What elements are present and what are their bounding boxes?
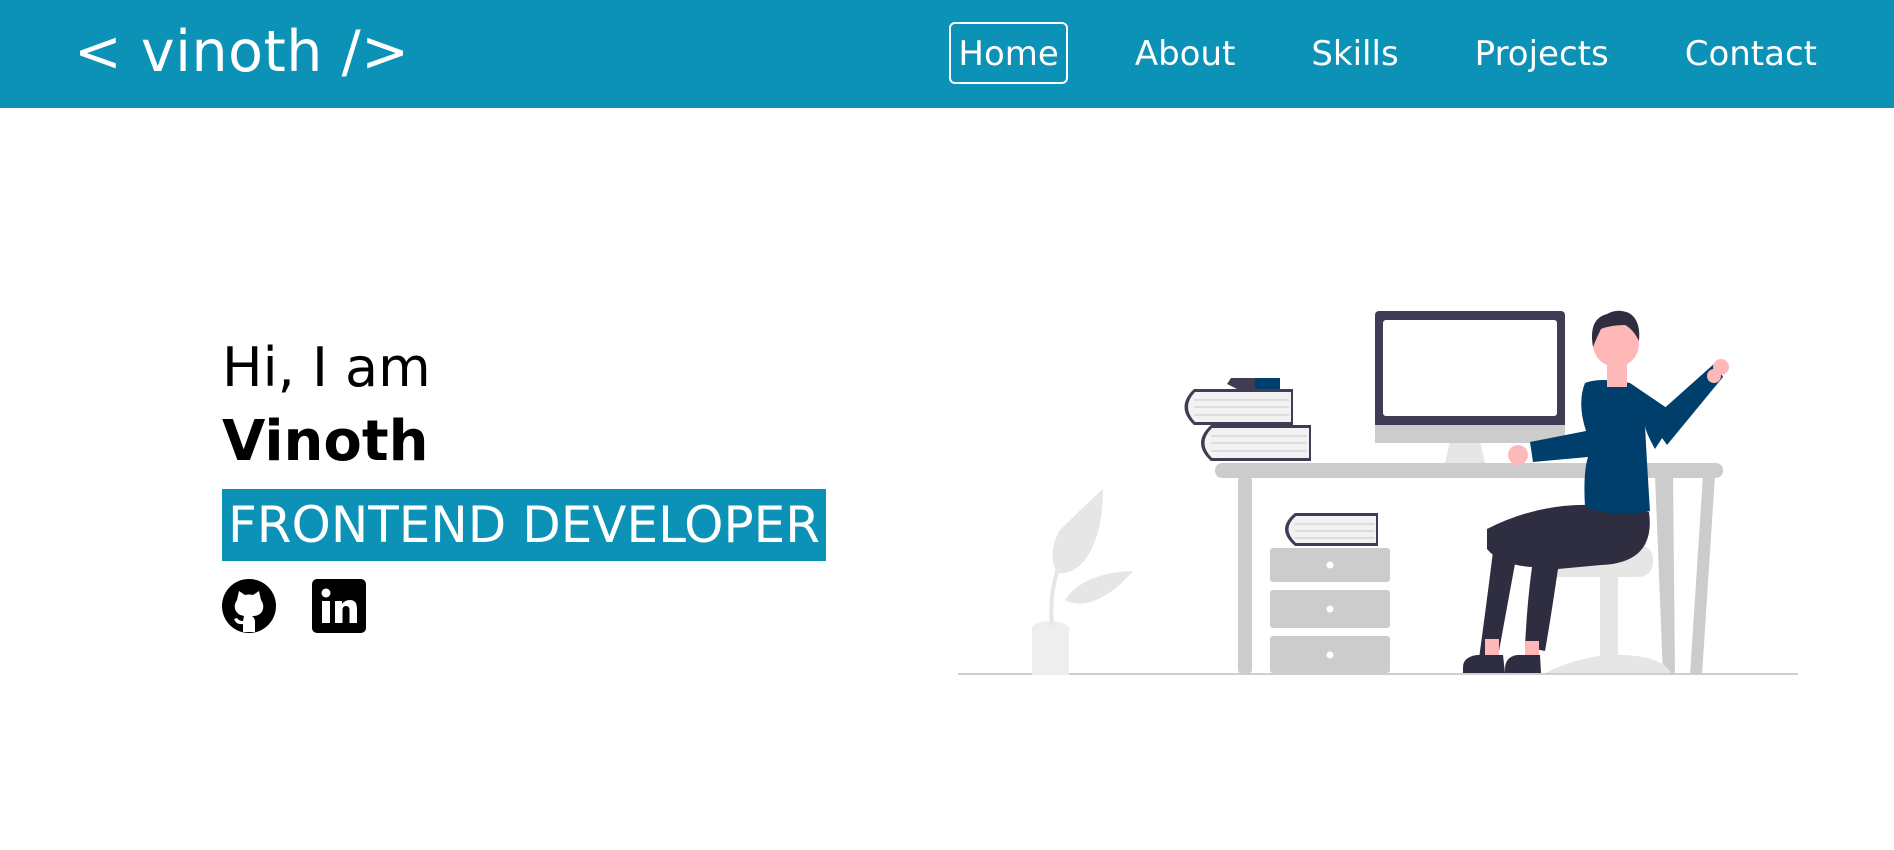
nav-link-about[interactable]: About xyxy=(1126,22,1245,84)
linkedin-icon[interactable] xyxy=(312,579,366,633)
hero-name: Vinoth xyxy=(222,409,429,474)
hero-role-badge: FRONTEND DEVELOPER xyxy=(222,489,826,561)
nav-link-contact[interactable]: Contact xyxy=(1676,22,1826,84)
hero-greeting: Hi, I am xyxy=(222,336,431,399)
github-icon[interactable] xyxy=(222,579,276,633)
social-links xyxy=(222,579,826,633)
developer-at-desk-illustration xyxy=(955,305,1800,680)
navbar: < vinoth /> Home About Skills Projects C… xyxy=(0,0,1894,108)
nav-link-projects[interactable]: Projects xyxy=(1466,22,1618,84)
nav-links: Home About Skills Projects Contact xyxy=(949,22,1826,84)
site-logo[interactable]: < vinoth /> xyxy=(74,17,410,87)
nav-link-home[interactable]: Home xyxy=(949,22,1068,84)
nav-link-skills[interactable]: Skills xyxy=(1302,22,1407,84)
hero-intro: Hi, I am Vinoth FRONTEND DEVELOPER xyxy=(222,335,826,633)
